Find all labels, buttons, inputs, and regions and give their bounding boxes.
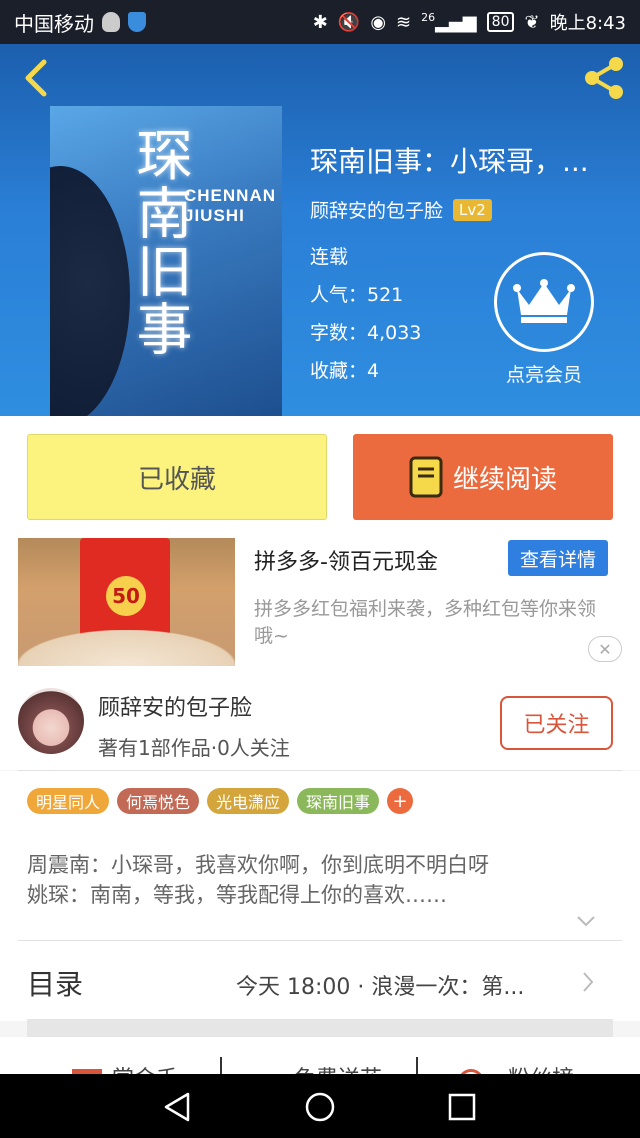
book-summary[interactable]: 周震南：小琛哥，我喜欢你啊，你到底明不明白呀 姚琛：南南，等我，等我配得上你的喜… bbox=[0, 831, 640, 941]
book-icon bbox=[409, 456, 443, 498]
free-flower-button[interactable]: 免费送花 bbox=[294, 1061, 382, 1074]
tag-item[interactable]: 琛南旧事 bbox=[297, 788, 380, 814]
author-card-name[interactable]: 顾辞安的包子脸 bbox=[98, 690, 252, 722]
catalog-latest-chapter[interactable]: 今天 18:00 · 浪漫一次：第... bbox=[236, 969, 566, 1001]
nav-back-icon[interactable] bbox=[162, 1091, 194, 1123]
action-bar: 已收藏 继续阅读 bbox=[0, 416, 640, 534]
continue-reading-button[interactable]: 继续阅读 bbox=[353, 434, 613, 520]
ad-image[interactable]: 50 bbox=[18, 538, 235, 666]
catalog-title: 目录 bbox=[27, 968, 84, 1001]
add-tag-button[interactable]: + bbox=[387, 788, 414, 814]
book-header: 琛南旧事 CHENNAN JIUSHI 琛南旧事：小琛哥，... 顾辞安的包子脸… bbox=[0, 44, 640, 416]
book-status: 连载 bbox=[310, 246, 349, 268]
status-bar: 中国移动 ✱ 🔇 ◉ ≋ 26▂▄▆ 80 ❦ 晚上8:43 bbox=[0, 0, 640, 44]
chevron-down-icon[interactable] bbox=[576, 915, 596, 927]
bottom-action-strip: 赏金千 免费送花 粉丝榜 bbox=[0, 1037, 640, 1074]
reward-button[interactable]: 赏金千 bbox=[112, 1061, 178, 1074]
author-card[interactable]: 顾辞安的包子脸 著有1部作品·0人关注 已关注 bbox=[0, 674, 640, 770]
fans-rank-button[interactable]: 粉丝榜 bbox=[508, 1061, 574, 1074]
collected-button[interactable]: 已收藏 bbox=[27, 434, 327, 520]
tag-item[interactable]: 明星同人 bbox=[27, 788, 110, 814]
summary-line: 姚琛：南南，等我，等我配得上你的喜欢…… bbox=[27, 883, 447, 907]
eye-icon: ◉ bbox=[370, 11, 387, 33]
ad-detail-button[interactable]: 查看详情 bbox=[508, 540, 608, 576]
tag-item[interactable]: 光电潇应 bbox=[207, 788, 290, 814]
ad-coupon: 50 bbox=[106, 576, 146, 616]
ad-title[interactable]: 拼多多-领百元现金 bbox=[254, 544, 438, 576]
cover-title: 琛南旧事 bbox=[127, 126, 192, 358]
summary-line: 周震南：小琛哥，我喜欢你啊，你到底明不明白呀 bbox=[27, 853, 489, 877]
mute-icon: 🔇 bbox=[337, 11, 361, 33]
cover-figure bbox=[50, 166, 130, 416]
nav-recents-icon[interactable] bbox=[446, 1091, 478, 1123]
share-icon[interactable] bbox=[580, 54, 628, 102]
chevron-right-icon[interactable] bbox=[582, 971, 594, 993]
shield-icon bbox=[128, 12, 146, 32]
crown-icon bbox=[494, 252, 594, 352]
nav-home-icon[interactable] bbox=[304, 1091, 336, 1123]
tag-list: 明星同人 何焉悦色 光电潇应 琛南旧事 + bbox=[0, 771, 640, 831]
cover-pinyin: CHENNAN JIUSHI bbox=[184, 186, 276, 225]
catalog-row[interactable]: 目录 今天 18:00 · 浪漫一次：第... bbox=[0, 941, 640, 1021]
level-badge: Lv2 bbox=[453, 198, 492, 221]
signal-icon: 26▂▄▆ bbox=[421, 11, 477, 33]
clock: 晚上8:43 bbox=[549, 13, 626, 34]
ad-description: 拼多多红包福利来袭，多种红包等你来领哦~ bbox=[254, 598, 597, 647]
tag-item[interactable]: 何焉悦色 bbox=[117, 788, 200, 814]
book-title: 琛南旧事：小琛哥，... bbox=[310, 145, 589, 178]
qq-icon bbox=[102, 12, 120, 32]
back-arrow-icon[interactable] bbox=[18, 56, 58, 100]
battery-icon: 80 bbox=[486, 12, 515, 32]
vip-button[interactable]: 点亮会员 bbox=[492, 252, 596, 387]
follow-button[interactable]: 已关注 bbox=[500, 696, 613, 750]
system-nav-bar bbox=[0, 1074, 640, 1138]
book-favorites: 收藏：4 bbox=[310, 360, 380, 382]
book-author-row[interactable]: 顾辞安的包子脸 Lv2 bbox=[310, 196, 492, 223]
author-card-meta: 著有1部作品·0人关注 bbox=[98, 736, 290, 760]
bluetooth-icon: ✱ bbox=[312, 11, 328, 33]
ad-banner[interactable]: 50 拼多多-领百元现金 查看详情 拼多多红包福利来袭，多种红包等你来领哦~ ✕ bbox=[0, 534, 640, 674]
book-cover[interactable]: 琛南旧事 CHENNAN JIUSHI bbox=[50, 106, 282, 416]
carrier-name: 中国移动 bbox=[14, 11, 94, 36]
wifi-icon: ≋ bbox=[396, 11, 412, 33]
book-author[interactable]: 顾辞安的包子脸 bbox=[310, 196, 443, 223]
vip-label: 点亮会员 bbox=[505, 364, 582, 386]
continue-reading-label: 继续阅读 bbox=[452, 464, 557, 495]
book-word-count: 字数：4,033 bbox=[310, 322, 422, 344]
section-separator bbox=[27, 1019, 613, 1037]
leaf-icon: ❦ bbox=[524, 11, 540, 33]
book-popularity: 人气：521 bbox=[310, 284, 404, 306]
avatar[interactable] bbox=[18, 688, 84, 754]
close-icon[interactable]: ✕ bbox=[588, 636, 622, 662]
